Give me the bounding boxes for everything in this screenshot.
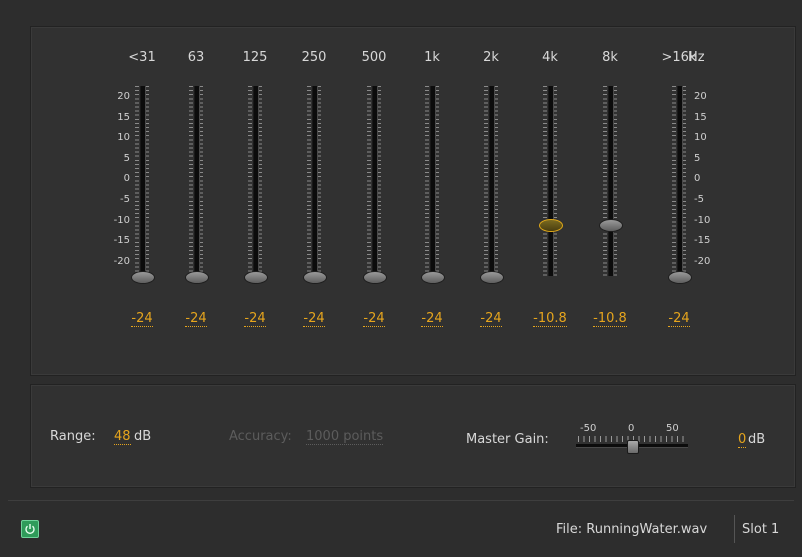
band-gain-value[interactable]: -10.8: [585, 311, 635, 327]
db-scale-left-label: -5: [120, 194, 130, 205]
band-gain-value[interactable]: -10.8: [525, 311, 575, 327]
band-slider-track[interactable]: [489, 86, 495, 276]
band-frequency-label: <31: [128, 50, 156, 65]
band-slider-track[interactable]: [194, 86, 200, 276]
db-scale-left-label: 10: [117, 132, 130, 144]
band-frequency-label: 500: [361, 50, 387, 65]
master-gain-value[interactable]: 0: [738, 432, 747, 448]
db-scale-left-label: -20: [113, 255, 130, 267]
db-scale-right-label: 15: [694, 111, 707, 123]
band-slider-knob[interactable]: [363, 271, 387, 284]
db-scale-right-label: 10: [694, 132, 707, 144]
band-frequency-label: 2k: [483, 50, 499, 65]
range-unit: dB: [134, 429, 152, 444]
band-gain-value-text: -24: [480, 311, 502, 327]
band-gain-value[interactable]: -24: [349, 311, 399, 327]
range-value[interactable]: 48: [114, 429, 131, 445]
accuracy-value[interactable]: 1000 points: [306, 429, 384, 445]
band-frequency-label: 1k: [424, 50, 440, 65]
band-slider-track[interactable]: [677, 86, 683, 276]
master-gain-slider-thumb[interactable]: [627, 440, 639, 454]
band-slider-track[interactable]: [548, 86, 554, 276]
band-gain-value[interactable]: -24: [407, 311, 457, 327]
db-scale-left-label: 15: [117, 111, 130, 123]
band-frequency-label: 63: [187, 50, 205, 65]
db-scale-right-label: -5: [694, 194, 704, 205]
db-scale-left-label: 20: [117, 91, 130, 102]
band-gain-value-text: -10.8: [533, 311, 567, 327]
band-slider-track[interactable]: [608, 86, 614, 276]
band-slider-knob[interactable]: [539, 218, 563, 232]
accuracy-label: Accuracy:: [229, 429, 292, 444]
band-gain-value[interactable]: -24: [230, 311, 280, 327]
db-scale-left-label: 0: [123, 173, 130, 185]
band-gain-value-text: -24: [668, 311, 690, 327]
band-gain-value[interactable]: -24: [117, 311, 167, 327]
unit-label: Hz: [688, 50, 705, 65]
band-slider-knob[interactable]: [480, 271, 504, 284]
band-frequency-label: 4k: [542, 50, 558, 65]
band-slider-track[interactable]: [372, 86, 378, 276]
band-slider-track[interactable]: [430, 86, 436, 276]
band-slider-knob[interactable]: [244, 271, 268, 284]
band-gain-value[interactable]: -24: [289, 311, 339, 327]
band-gain-value[interactable]: -24: [466, 311, 516, 327]
band-slider-knob[interactable]: [303, 271, 327, 284]
band-gain-value-text: -24: [421, 311, 443, 327]
db-scale-left-label: -10: [113, 214, 130, 226]
band-gain-value-text: -24: [303, 311, 325, 327]
band-gain-value-text: -24: [131, 311, 153, 327]
band-slider-track[interactable]: [312, 86, 318, 276]
band-gain-value[interactable]: -24: [654, 311, 704, 327]
db-scale-right-label: -15: [694, 235, 711, 247]
band-slider-knob[interactable]: [668, 271, 692, 284]
db-scale-left-label: 5: [123, 152, 130, 164]
db-scale-right-label: 5: [694, 152, 701, 164]
master-gain-scale-min: -50: [580, 423, 597, 434]
band-gain-value[interactable]: -24: [171, 311, 221, 327]
band-frequency-label: 8k: [602, 50, 618, 65]
band-gain-value-text: -24: [363, 311, 385, 327]
band-slider-knob[interactable]: [599, 218, 623, 232]
db-scale-right-label: -10: [694, 214, 711, 226]
master-gain-unit: dB: [748, 432, 766, 447]
band-slider-knob[interactable]: [131, 271, 155, 284]
band-slider-track[interactable]: [253, 86, 259, 276]
band-gain-value-text: -24: [185, 311, 207, 327]
footer-separator: [734, 515, 735, 543]
master-gain-scale-max: 50: [666, 423, 679, 434]
power-toggle-button[interactable]: [21, 520, 39, 538]
file-name-label: File: RunningWater.wav: [556, 522, 708, 537]
db-scale-left-label: -15: [113, 235, 130, 247]
band-gain-value-text: -10.8: [593, 311, 627, 327]
db-scale-right-label: -20: [694, 255, 711, 267]
power-icon: [25, 524, 35, 535]
master-gain-label: Master Gain:: [466, 432, 549, 447]
footer-divider: [8, 500, 794, 501]
master-gain-scale-zero: 0: [628, 423, 635, 434]
band-slider-knob[interactable]: [421, 271, 445, 284]
band-frequency-label: 250: [301, 50, 327, 65]
slot-label: Slot 1: [742, 522, 780, 537]
range-label: Range:: [50, 429, 96, 444]
band-frequency-label: 125: [242, 50, 268, 65]
graphic-equalizer-window: <31 -24 63 -24 125 -24 250 -24 500 -24 1k -24 2k -24 4…: [0, 0, 802, 557]
band-gain-value-text: -24: [244, 311, 266, 327]
band-slider-track[interactable]: [140, 86, 146, 276]
db-scale-right-label: 0: [694, 173, 701, 185]
band-slider-knob[interactable]: [185, 271, 209, 284]
db-scale-right-label: 20: [694, 91, 707, 102]
